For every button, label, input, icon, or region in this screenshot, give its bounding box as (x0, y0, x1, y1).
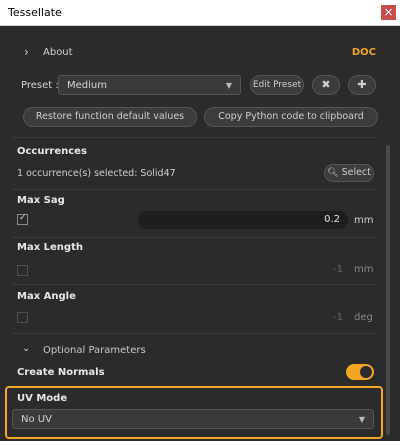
occurrences-title: Occurrences (17, 146, 87, 157)
preset-row: Preset : Medium ▼ Edit Preset ✖ ✚ (0, 75, 400, 97)
search-icon: 🔍︎ (327, 168, 339, 178)
create-normals-title: Create Normals (17, 367, 105, 378)
max-length-title: Max Length (17, 242, 83, 253)
max-angle-unit: deg (354, 312, 373, 323)
occurrences-status: 1 occurrence(s) selected: Solid47 (17, 168, 176, 179)
divider (12, 137, 378, 138)
divider (12, 237, 378, 238)
max-sag-checkbox[interactable]: ✓ (17, 213, 28, 225)
preset-dropdown[interactable]: Medium ▼ (58, 75, 241, 95)
about-label: About (43, 47, 73, 58)
copy-python-button[interactable]: Copy Python code to clipboard (204, 107, 378, 127)
divider (12, 284, 378, 285)
about-section-header[interactable]: › About DOC (0, 41, 400, 65)
optional-parameters-label: Optional Parameters (43, 345, 146, 356)
chevron-right-icon[interactable]: › (24, 45, 29, 59)
max-sag-title: Max Sag (17, 195, 65, 206)
check-icon: ✓ (19, 213, 27, 223)
divider (12, 189, 378, 190)
uv-mode-title: UV Mode (17, 393, 68, 404)
action-buttons: Restore function default values Copy Pyt… (0, 107, 400, 129)
uv-mode-dropdown[interactable]: No UV ▼ (12, 409, 374, 429)
max-angle-value[interactable]: -1 (333, 312, 343, 323)
toggle-knob (360, 366, 372, 378)
chevron-down-icon: ▼ (225, 81, 232, 90)
doc-link[interactable]: DOC (352, 47, 376, 58)
max-length-checkbox[interactable] (17, 265, 28, 276)
add-preset-button[interactable]: ✚ (348, 75, 376, 95)
max-angle-title: Max Angle (17, 291, 76, 302)
max-length-unit: mm (354, 264, 374, 275)
max-length-value[interactable]: -1 (333, 264, 343, 275)
preset-value: Medium (67, 80, 107, 91)
select-button-label: Select (341, 167, 371, 178)
scrollbar[interactable] (386, 145, 390, 435)
title-bar: Tessellate × (0, 0, 400, 26)
edit-preset-button[interactable]: Edit Preset (250, 75, 304, 95)
delete-icon: ✖ (321, 78, 331, 91)
max-sag-value: 0.2 (324, 214, 340, 225)
uv-mode-value: No UV (21, 414, 52, 425)
close-icon[interactable]: × (381, 5, 396, 20)
max-sag-input[interactable]: 0.2 (138, 211, 348, 229)
preset-label: Preset : (21, 80, 59, 91)
chevron-down-icon[interactable]: ⌄ (22, 343, 30, 354)
delete-preset-button[interactable]: ✖ (312, 75, 340, 95)
tessellate-panel: › About DOC Preset : Medium ▼ Edit Prese… (0, 27, 400, 441)
window-title: Tessellate (8, 6, 62, 19)
create-normals-toggle[interactable] (346, 364, 374, 380)
select-button[interactable]: 🔍︎ Select (324, 164, 374, 182)
chevron-down-icon: ▼ (358, 415, 365, 424)
max-sag-unit: mm (354, 215, 374, 226)
plus-icon: ✚ (357, 78, 367, 91)
restore-defaults-button[interactable]: Restore function default values (23, 107, 197, 127)
max-angle-checkbox[interactable] (17, 312, 28, 323)
optional-parameters-header[interactable]: ⌄ Optional Parameters (0, 343, 400, 361)
divider (12, 333, 378, 334)
